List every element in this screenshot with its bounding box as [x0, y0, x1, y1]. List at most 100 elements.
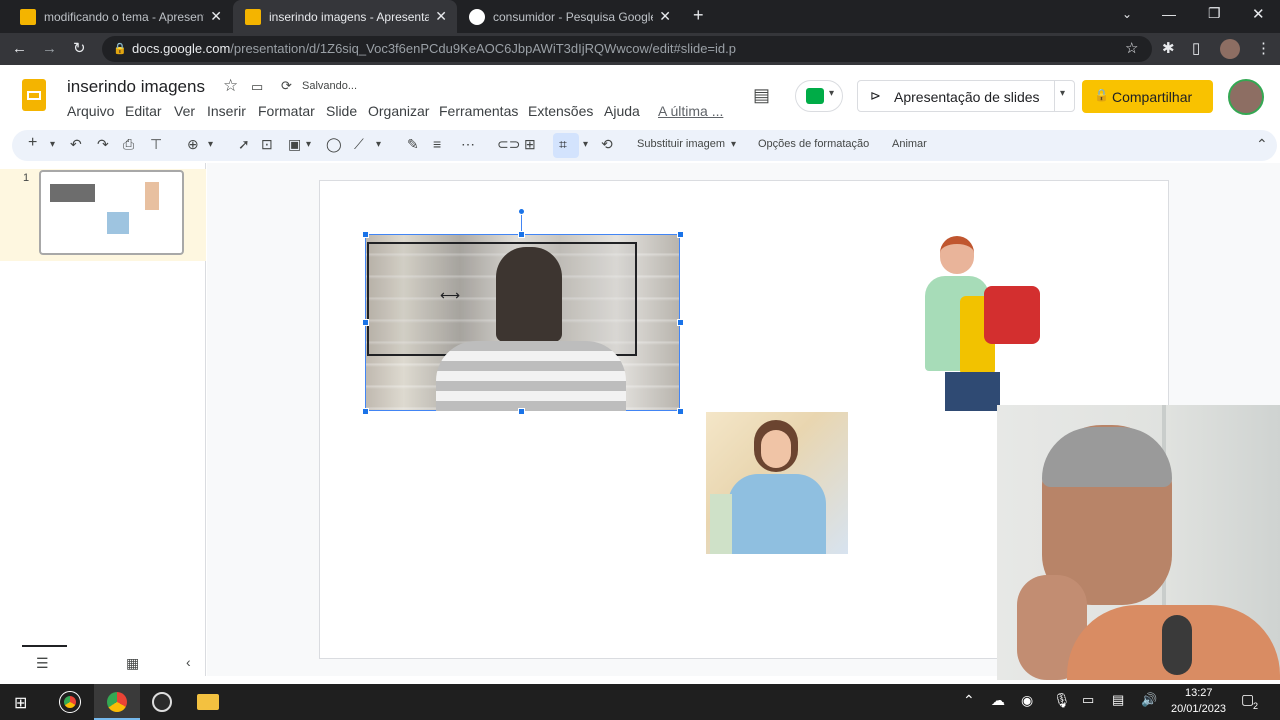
collapse-panel-icon[interactable]: ‹ [186, 654, 191, 670]
shopper-image[interactable] [920, 236, 1045, 411]
close-icon[interactable]: ✕ [659, 8, 671, 25]
menu-ver[interactable]: Ver [174, 103, 195, 119]
resize-handle-ne[interactable] [677, 231, 684, 238]
avatar[interactable] [1220, 39, 1240, 59]
format-options-button[interactable]: Opções de formatação [758, 138, 869, 150]
reload-icon[interactable]: ↻ [73, 33, 86, 65]
chevron-down-icon[interactable]: ▾ [376, 139, 381, 150]
back-icon[interactable]: ← [12, 33, 27, 65]
redo-icon[interactable]: ↷ [97, 136, 109, 153]
battery-icon[interactable]: ▭ [1082, 692, 1094, 708]
zoom-icon[interactable]: ⊕ [187, 136, 199, 153]
sidepanel-icon[interactable]: ▯ [1192, 33, 1200, 65]
resize-handle-s[interactable] [518, 408, 525, 415]
share-button[interactable]: 🔒 Compartilhar [1082, 80, 1213, 113]
resize-handle-w[interactable] [362, 319, 369, 326]
paint-format-icon[interactable]: ⊤ [150, 136, 162, 153]
chevron-down-icon[interactable]: ▾ [1060, 88, 1065, 99]
tab-modificando[interactable]: modificando o tema - Apresentação ✕ [8, 0, 232, 33]
move-folder-icon[interactable]: ▭ [251, 79, 263, 95]
menu-editar[interactable]: Editar [125, 103, 162, 119]
slides-logo-icon[interactable] [22, 79, 46, 111]
lock-icon: 🔒 [113, 43, 127, 55]
chrome-menu-icon[interactable]: ⋮ [1256, 33, 1271, 65]
tab-consumidor[interactable]: consumidor - Pesquisa Google ✕ [457, 0, 681, 33]
border-weight-icon[interactable]: ≡ [433, 136, 441, 152]
comment-add-icon[interactable]: ⊞ [524, 136, 536, 153]
comments-icon[interactable]: ▤ [753, 85, 770, 106]
replace-image-button[interactable]: Substituir imagem [637, 138, 725, 150]
bookmark-star-icon[interactable]: ☆ [1125, 33, 1138, 65]
onedrive-icon[interactable]: ☁ [991, 692, 1005, 709]
undo-icon[interactable]: ↶ [70, 136, 82, 153]
windows-start-icon[interactable]: ⊞ [14, 693, 27, 713]
network-icon[interactable]: ▤ [1112, 692, 1124, 708]
rotate-handle[interactable] [518, 208, 525, 215]
animate-button[interactable]: Animar [892, 138, 927, 150]
menu-ajuda[interactable]: Ajuda [604, 103, 640, 119]
minimize-icon[interactable]: — [1162, 6, 1176, 22]
resize-handle-sw[interactable] [362, 408, 369, 415]
print-icon[interactable]: ⎙ [123, 136, 134, 153]
menu-slide[interactable]: Slide [326, 103, 357, 119]
close-icon[interactable]: ✕ [435, 8, 447, 25]
border-dash-icon[interactable]: ⋯ [461, 136, 475, 153]
chevron-up-icon[interactable]: ⌃ [1256, 136, 1268, 153]
obs-taskbar-icon[interactable] [152, 692, 172, 712]
select-icon[interactable]: ➚ [238, 136, 250, 153]
chevron-down-icon[interactable]: ▾ [306, 139, 311, 150]
tab-inserindo[interactable]: inserindo imagens - Apresentação ✕ [233, 0, 457, 33]
link-icon[interactable]: ⊂⊃ [497, 136, 520, 153]
chrome-taskbar-icon[interactable] [59, 691, 81, 713]
chevron-down-icon[interactable]: ▾ [50, 139, 55, 150]
restore-icon[interactable]: ❐ [1208, 5, 1221, 22]
close-window-icon[interactable]: ✕ [1252, 5, 1265, 23]
tab-search-icon[interactable]: ⌄ [1122, 7, 1132, 21]
clock-time[interactable]: 13:27 [1185, 687, 1213, 699]
new-slide-icon[interactable]: + [28, 134, 37, 152]
woman-phone-image[interactable] [706, 412, 848, 554]
url-input[interactable]: 🔒 docs.google.com/presentation/d/1Z6siq_… [102, 36, 1152, 62]
image-icon[interactable]: ▣ [288, 136, 301, 153]
menu-inserir[interactable]: Inserir [207, 103, 246, 119]
meet-button[interactable]: ▾ [795, 80, 843, 112]
menu-arquivo[interactable]: Arquivo [67, 103, 114, 119]
chrome-active-taskbar-icon[interactable] [107, 692, 127, 712]
text-box-icon[interactable]: ⊡ [261, 136, 273, 153]
menu-extensoes[interactable]: Extensões [528, 103, 593, 119]
microphone-icon[interactable]: 🎙 [1053, 692, 1071, 709]
account-avatar[interactable] [1228, 79, 1264, 115]
reset-image-icon[interactable]: ⟲ [601, 136, 613, 153]
last-edit-link[interactable]: A última ... [658, 103, 723, 119]
close-icon[interactable]: ✕ [210, 8, 222, 25]
chevron-down-icon[interactable]: ▾ [583, 139, 588, 150]
forward-icon[interactable]: → [42, 33, 57, 65]
chevron-down-icon: ▾ [829, 88, 835, 99]
new-tab-icon[interactable]: + [693, 5, 704, 26]
present-button[interactable]: ⊳ Apresentação de slides ▾ [857, 80, 1075, 112]
menu-formatar[interactable]: Formatar [258, 103, 315, 119]
doc-title[interactable]: inserindo imagens [67, 77, 205, 97]
extensions-icon[interactable]: ✱ [1162, 33, 1175, 65]
menu-ferramentas[interactable]: Ferramentas [439, 103, 518, 119]
clock-date[interactable]: 20/01/2023 [1171, 703, 1226, 715]
resize-handle-se[interactable] [677, 408, 684, 415]
resize-handle-nw[interactable] [362, 231, 369, 238]
chevron-down-icon[interactable]: ▾ [208, 139, 213, 150]
list-view-icon[interactable]: ☰ [36, 655, 49, 672]
obs-tray-icon[interactable]: ◉ [1021, 692, 1033, 709]
star-icon[interactable]: ☆ [223, 76, 238, 96]
shape-icon[interactable]: ◯ [326, 136, 342, 153]
tray-chevron-icon[interactable]: ⌃ [963, 692, 975, 709]
line-icon[interactable]: ⟋ [354, 136, 364, 153]
resize-handle-e[interactable] [677, 319, 684, 326]
resize-handle-n[interactable] [518, 231, 525, 238]
slide-thumbnail[interactable] [39, 170, 184, 255]
menu-organizar[interactable]: Organizar [368, 103, 429, 119]
grid-view-icon[interactable]: ▦ [126, 655, 139, 672]
border-color-icon[interactable]: ✎ [407, 136, 419, 153]
aisle-image[interactable]: ⟷ [365, 234, 680, 411]
file-explorer-icon[interactable] [197, 694, 219, 710]
volume-icon[interactable]: 🔊 [1141, 692, 1157, 708]
crop-button[interactable]: ⌗ [553, 133, 579, 158]
